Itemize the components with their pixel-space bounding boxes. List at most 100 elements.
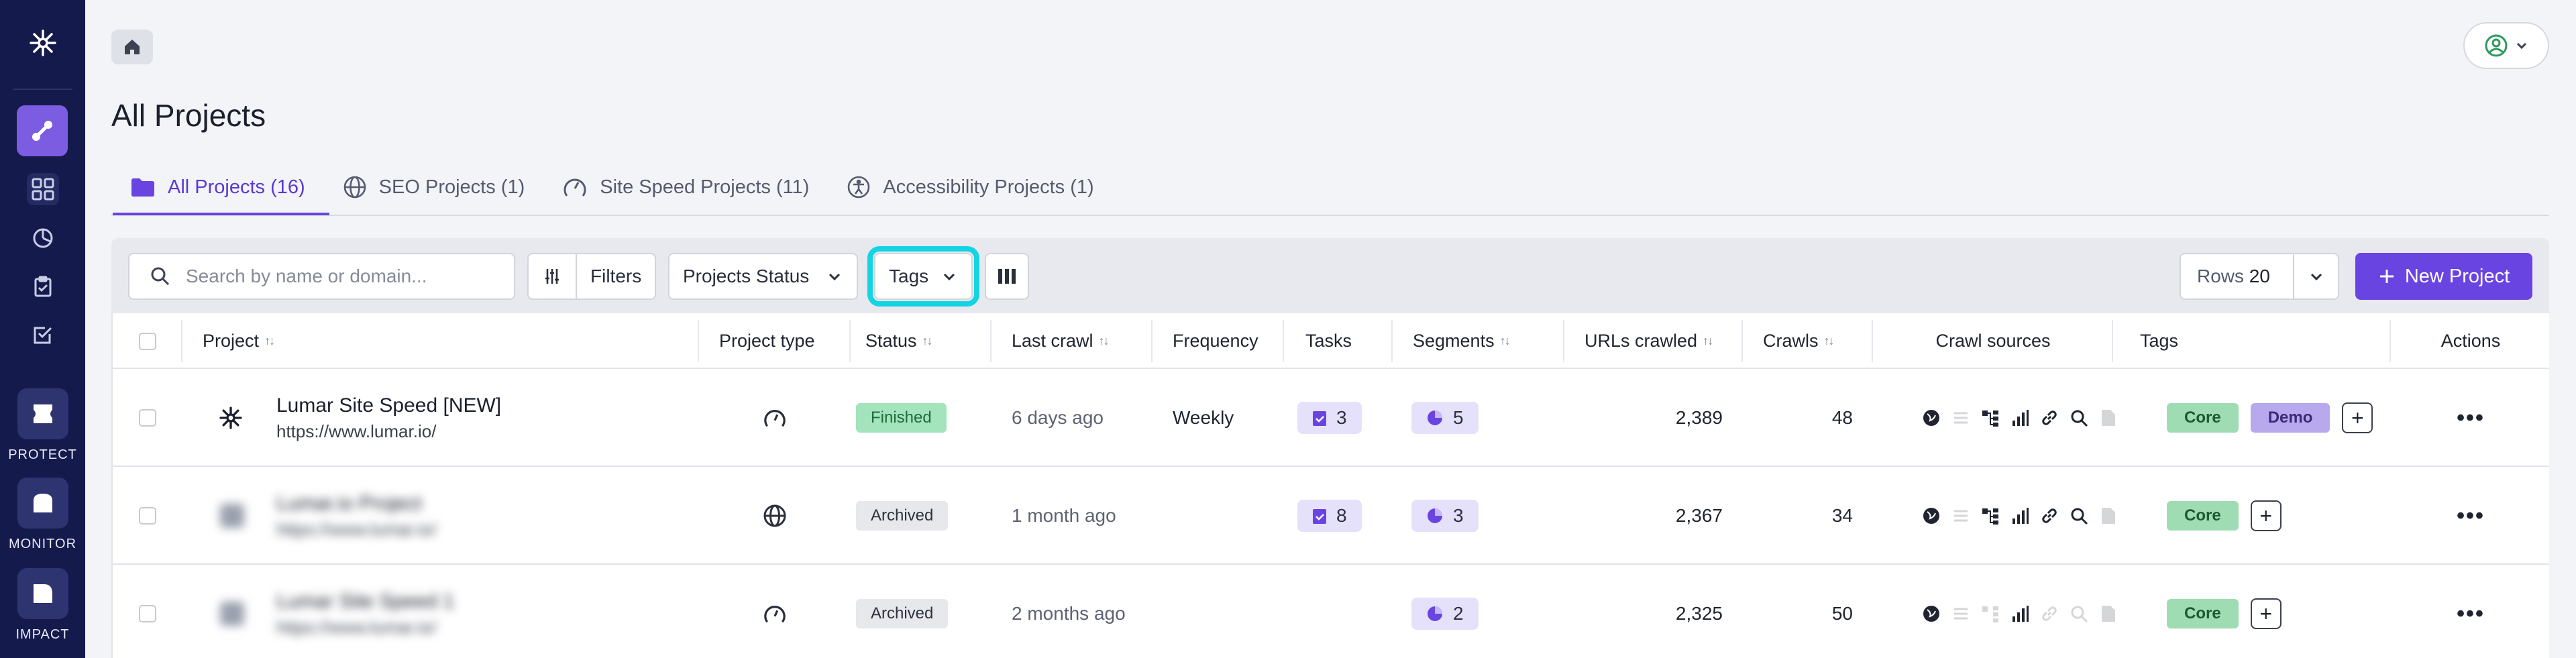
project-url[interactable]: https://www.lumar.io/ — [276, 421, 436, 442]
speed-icon — [699, 369, 851, 467]
tab-all-projects[interactable]: All Projects (16) — [111, 168, 324, 207]
globe-icon — [699, 467, 851, 565]
home-button[interactable] — [111, 30, 153, 64]
project-url[interactable]: https://www.lumar.io/ — [276, 617, 436, 638]
web-source-icon — [1921, 506, 1941, 526]
projects-table: Project ↑↓ Project type Status ↑↓ Last cra… — [111, 313, 2549, 658]
search-console-source-icon — [2069, 506, 2089, 526]
new-project-button[interactable]: New Project — [2355, 253, 2532, 300]
projects-status-dropdown[interactable]: Projects Status — [668, 253, 858, 300]
col-project[interactable]: Project ↑↓ — [182, 313, 699, 369]
search-input[interactable] — [186, 266, 481, 287]
col-urls-crawled[interactable]: URLs crawled ↑↓ — [1564, 313, 1743, 369]
urls-crawled: 2,367 — [1675, 505, 1723, 526]
sitemap-source-icon — [1980, 408, 2000, 428]
add-tag-button[interactable]: + — [2250, 598, 2282, 629]
project-name[interactable]: Lumar Site Speed 1 — [276, 590, 454, 613]
crawls-count: 34 — [1831, 505, 1853, 526]
segments-pill[interactable]: 2 — [1411, 598, 1479, 630]
frequency: Weekly — [1173, 407, 1234, 428]
sitemap-source-icon — [1980, 604, 2000, 624]
row-actions-menu-button[interactable]: ••• — [2457, 405, 2485, 431]
col-tags: Tags — [2113, 313, 2391, 369]
col-last-crawl[interactable]: Last crawl ↑↓ — [991, 313, 1152, 369]
columns-button[interactable] — [985, 253, 1029, 300]
table-row[interactable]: Lumar.io Project https://www.lumar.io/ A… — [113, 467, 2549, 565]
accessibility-icon — [848, 176, 870, 199]
chevron-down-icon — [2516, 42, 2527, 50]
backlinks-source-icon — [2039, 506, 2059, 526]
clipboard-icon — [34, 276, 52, 297]
project-logo-icon — [220, 565, 244, 658]
tag-core[interactable]: Core — [2167, 599, 2239, 628]
project-name[interactable]: Lumar Site Speed [NEW] — [276, 394, 501, 417]
col-crawls[interactable]: Crawls ↑↓ — [1743, 313, 1873, 369]
log-file-source-icon — [2098, 506, 2118, 526]
app-sidebar: PROTECT MONITOR IMPACT — [0, 0, 85, 658]
col-tasks: Tasks — [1284, 313, 1393, 369]
tab-accessibility-projects[interactable]: Accessibility Projects (1) — [828, 168, 1112, 207]
pie-chart-icon — [33, 228, 53, 248]
columns-icon — [998, 269, 1016, 284]
col-project-type: Project type — [699, 313, 851, 369]
tag-demo[interactable]: Demo — [2250, 403, 2330, 433]
impact-icon — [33, 584, 52, 603]
status-badge: Archived — [856, 599, 949, 628]
table-toolbar: Filters Projects Status Tags Rows 20 New… — [111, 238, 2549, 313]
tasks-pill[interactable]: 8 — [1297, 500, 1362, 532]
speed-icon — [699, 565, 851, 658]
search-box[interactable] — [128, 253, 515, 300]
row-actions-menu-button[interactable]: ••• — [2457, 601, 2485, 627]
add-tag-button[interactable]: + — [2342, 402, 2373, 433]
filters-button[interactable]: Filters — [527, 253, 656, 300]
project-logo-icon — [217, 369, 258, 467]
checkbox-icon — [34, 327, 52, 344]
sitemap-source-icon — [1980, 506, 2000, 526]
tab-site-speed-projects[interactable]: Site Speed Projects (11) — [543, 168, 828, 207]
tab-seo-projects[interactable]: SEO Projects (1) — [324, 168, 544, 207]
segments-pill[interactable]: 5 — [1411, 402, 1479, 434]
lumar-logo-icon[interactable] — [27, 27, 59, 59]
user-avatar-icon — [2485, 34, 2508, 57]
sidebar-item-projects[interactable] — [17, 105, 68, 156]
status-badge: Finished — [856, 403, 947, 433]
row-checkbox[interactable] — [139, 605, 156, 622]
segments-pill[interactable]: 3 — [1411, 500, 1479, 532]
project-tabs: All Projects (16) SEO Projects (1) Site … — [111, 168, 1113, 207]
sort-icon: ↑↓ — [1703, 334, 1713, 347]
row-checkbox[interactable] — [139, 409, 156, 427]
folder-icon — [131, 178, 154, 197]
tags-dropdown[interactable]: Tags — [867, 246, 979, 307]
product-protect[interactable]: PROTECT — [0, 388, 85, 463]
table-row[interactable]: Lumar Site Speed 1 https://www.lumar.io/… — [113, 565, 2549, 658]
add-tag-button[interactable]: + — [2250, 500, 2282, 531]
col-segments[interactable]: Segments ↑↓ — [1393, 313, 1564, 369]
product-monitor[interactable]: MONITOR — [0, 478, 85, 552]
table-row[interactable]: Lumar Site Speed [NEW] https://www.lumar… — [113, 369, 2549, 467]
search-icon — [151, 267, 170, 286]
sidebar-item-checks[interactable] — [27, 319, 59, 351]
row-checkbox[interactable] — [139, 507, 156, 525]
monitor-icon — [33, 494, 52, 512]
tasks-pill[interactable]: 3 — [1297, 402, 1362, 434]
user-menu-button[interactable] — [2463, 22, 2549, 69]
sidebar-item-tasks[interactable] — [27, 270, 59, 303]
tag-core[interactable]: Core — [2167, 403, 2239, 433]
row-actions-menu-button[interactable]: ••• — [2457, 503, 2485, 529]
col-crawl-sources: Crawl sources — [1873, 313, 2113, 369]
select-all-checkbox[interactable] — [139, 332, 156, 350]
project-url[interactable]: https://www.lumar.io/ — [276, 519, 436, 540]
analytics-source-icon — [2010, 506, 2030, 526]
product-impact[interactable]: IMPACT — [0, 568, 85, 643]
tag-core[interactable]: Core — [2167, 501, 2239, 531]
table-header: Project ↑↓ Project type Status ↑↓ Last cra… — [113, 313, 2549, 369]
sliders-icon — [545, 269, 559, 284]
last-crawl: 6 days ago — [1012, 407, 1104, 428]
sidebar-divider — [13, 89, 72, 90]
log-file-source-icon — [2098, 604, 2118, 624]
project-name[interactable]: Lumar.io Project — [276, 492, 422, 515]
rows-per-page-select[interactable]: Rows 20 — [2180, 253, 2339, 300]
sidebar-item-reports[interactable] — [27, 222, 59, 254]
sidebar-item-dashboard[interactable] — [27, 173, 59, 205]
col-status[interactable]: Status ↑↓ — [851, 313, 991, 369]
